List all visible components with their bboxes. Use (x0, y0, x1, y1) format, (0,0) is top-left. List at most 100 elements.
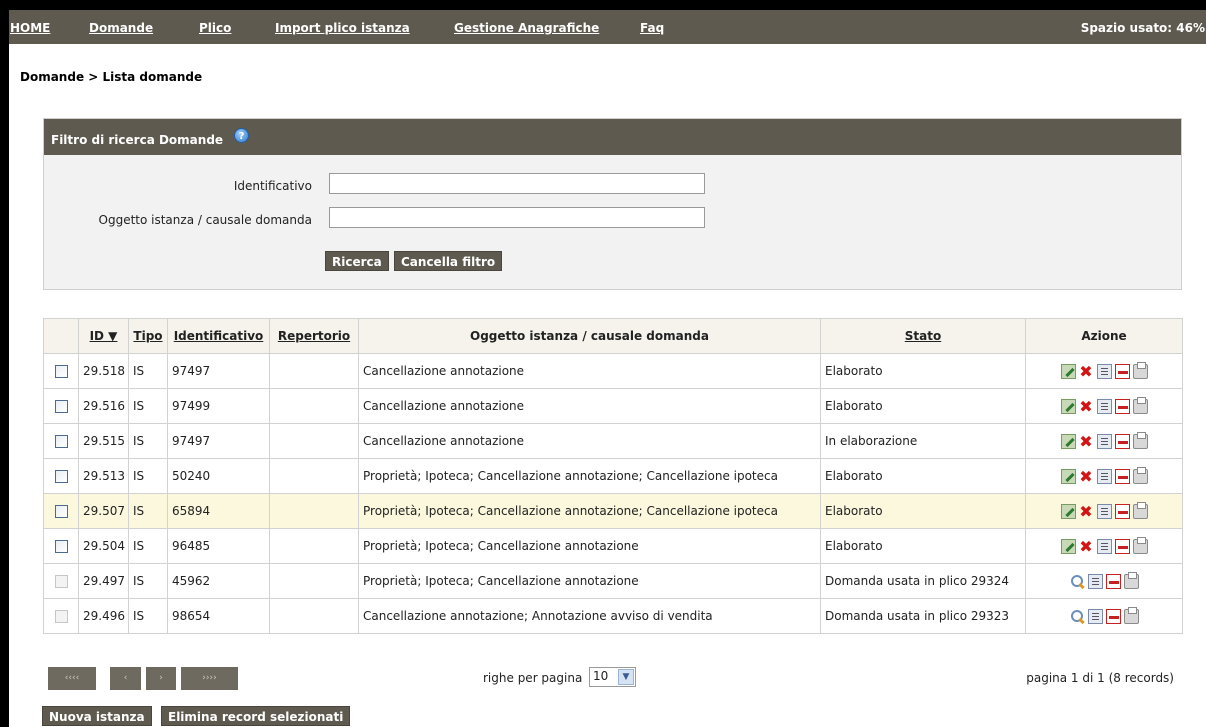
search-button[interactable]: Ricerca (325, 251, 389, 271)
rows-per-page-select[interactable]: 10 ▼ (589, 667, 636, 687)
document-icon[interactable] (1087, 608, 1103, 624)
header-stato[interactable]: Stato (820, 318, 1026, 354)
cell-repertorio (269, 423, 359, 459)
delete-icon[interactable]: ✖ (1079, 538, 1094, 554)
document-icon[interactable] (1096, 468, 1112, 484)
row-checkbox[interactable] (54, 435, 68, 448)
cell-id: 29.497 (78, 563, 129, 599)
view-icon[interactable] (1070, 609, 1085, 624)
new-instance-button[interactable]: Nuova istanza (42, 706, 152, 726)
delete-icon[interactable]: ✖ (1079, 433, 1094, 449)
pdf-icon[interactable] (1105, 608, 1121, 624)
edit-icon[interactable] (1060, 433, 1076, 449)
document-icon[interactable] (1096, 503, 1112, 519)
header-stato-link[interactable]: Stato (905, 329, 941, 343)
pdf-icon[interactable] (1114, 468, 1130, 484)
nav-plico[interactable]: Plico (199, 21, 231, 35)
oggetto-input[interactable] (329, 207, 705, 228)
table-row: 29.516 IS 97499 Cancellazione annotazion… (43, 388, 1183, 424)
document-icon[interactable] (1096, 538, 1112, 554)
nav-faq[interactable]: Faq (640, 21, 664, 35)
row-checkbox[interactable] (54, 540, 68, 553)
print-icon[interactable] (1123, 606, 1139, 624)
pager-next-button[interactable]: › (146, 667, 176, 690)
cell-repertorio (269, 528, 359, 564)
print-icon[interactable] (1132, 396, 1148, 414)
document-icon[interactable] (1096, 363, 1112, 379)
header-identificativo[interactable]: Identificativo (167, 318, 270, 354)
row-checkbox[interactable] (54, 400, 68, 413)
nav-domande[interactable]: Domande (89, 21, 153, 35)
nav-import-plico-istanza[interactable]: Import plico istanza (275, 21, 410, 35)
cell-oggetto: Proprietà; Ipoteca; Cancellazione annota… (358, 563, 821, 599)
header-identificativo-link[interactable]: Identificativo (174, 329, 264, 343)
cell-id: 29.507 (78, 493, 129, 529)
row-select-cell (43, 423, 79, 459)
cell-azione: ✖ (1025, 388, 1183, 424)
pdf-icon[interactable] (1105, 573, 1121, 589)
row-checkbox[interactable] (54, 365, 68, 378)
view-icon[interactable] (1070, 574, 1085, 589)
pdf-icon[interactable] (1114, 398, 1130, 414)
document-icon[interactable] (1087, 573, 1103, 589)
filter-panel: Filtro di ricerca Domande ? Identificati… (43, 118, 1182, 290)
window-frame-left (0, 0, 9, 727)
cell-oggetto: Proprietà; Ipoteca; Cancellazione annota… (358, 493, 821, 529)
table-header-row: ID ▼ Tipo Identificativo Repertorio Ogge… (43, 318, 1183, 354)
clear-filter-button[interactable]: Cancella filtro (394, 251, 503, 271)
edit-icon[interactable] (1060, 503, 1076, 519)
row-checkbox[interactable] (54, 470, 68, 483)
edit-icon[interactable] (1060, 363, 1076, 379)
cell-identificativo: 65894 (167, 493, 270, 529)
edit-icon[interactable] (1060, 468, 1076, 484)
row-select-cell (43, 598, 79, 634)
pdf-icon[interactable] (1114, 363, 1130, 379)
cell-identificativo: 97497 (167, 423, 270, 459)
header-repertorio-link[interactable]: Repertorio (278, 329, 350, 343)
table-row: 29.513 IS 50240 Proprietà; Ipoteca; Canc… (43, 458, 1183, 494)
cell-identificativo: 98654 (167, 598, 270, 634)
help-icon[interactable]: ? (234, 128, 249, 143)
document-icon[interactable] (1096, 433, 1112, 449)
pager-prev-button[interactable]: ‹ (110, 667, 141, 690)
print-icon[interactable] (1123, 571, 1139, 589)
row-select-cell (43, 563, 79, 599)
cell-identificativo: 96485 (167, 528, 270, 564)
nav-gestione-anagrafiche[interactable]: Gestione Anagrafiche (454, 21, 599, 35)
edit-icon[interactable] (1060, 398, 1076, 414)
delete-icon[interactable]: ✖ (1079, 363, 1094, 379)
delete-icon[interactable]: ✖ (1079, 468, 1094, 484)
domande-table: ID ▼ Tipo Identificativo Repertorio Ogge… (43, 318, 1183, 634)
pager-first-button[interactable]: ‹‹‹‹ (48, 667, 96, 690)
breadcrumb: Domande > Lista domande (20, 70, 203, 84)
header-select (43, 318, 79, 354)
print-icon[interactable] (1132, 501, 1148, 519)
header-azione: Azione (1025, 318, 1183, 354)
delete-icon[interactable]: ✖ (1079, 398, 1094, 414)
header-id[interactable]: ID ▼ (78, 318, 129, 354)
row-checkbox[interactable] (54, 505, 68, 518)
print-icon[interactable] (1132, 536, 1148, 554)
header-id-link[interactable]: ID ▼ (90, 329, 118, 343)
document-icon[interactable] (1096, 398, 1112, 414)
header-repertorio[interactable]: Repertorio (269, 318, 359, 354)
cell-tipo: IS (128, 353, 168, 389)
pdf-icon[interactable] (1114, 503, 1130, 519)
print-icon[interactable] (1132, 431, 1148, 449)
delete-selected-button[interactable]: Elimina record selezionati (161, 706, 351, 726)
chevron-down-icon[interactable]: ▼ (618, 669, 634, 685)
pdf-icon[interactable] (1114, 538, 1130, 554)
print-icon[interactable] (1132, 466, 1148, 484)
rows-per-page-value: 10 (593, 669, 609, 683)
pager-last-button[interactable]: ›››› (181, 667, 238, 690)
pdf-icon[interactable] (1114, 433, 1130, 449)
header-tipo-link[interactable]: Tipo (133, 329, 162, 343)
print-icon[interactable] (1132, 361, 1148, 379)
row-select-cell (43, 353, 79, 389)
header-tipo[interactable]: Tipo (128, 318, 168, 354)
nav-home[interactable]: HOME (10, 21, 50, 35)
edit-icon[interactable] (1060, 538, 1076, 554)
cell-id: 29.516 (78, 388, 129, 424)
delete-icon[interactable]: ✖ (1079, 503, 1094, 519)
identificativo-input[interactable] (329, 173, 705, 194)
